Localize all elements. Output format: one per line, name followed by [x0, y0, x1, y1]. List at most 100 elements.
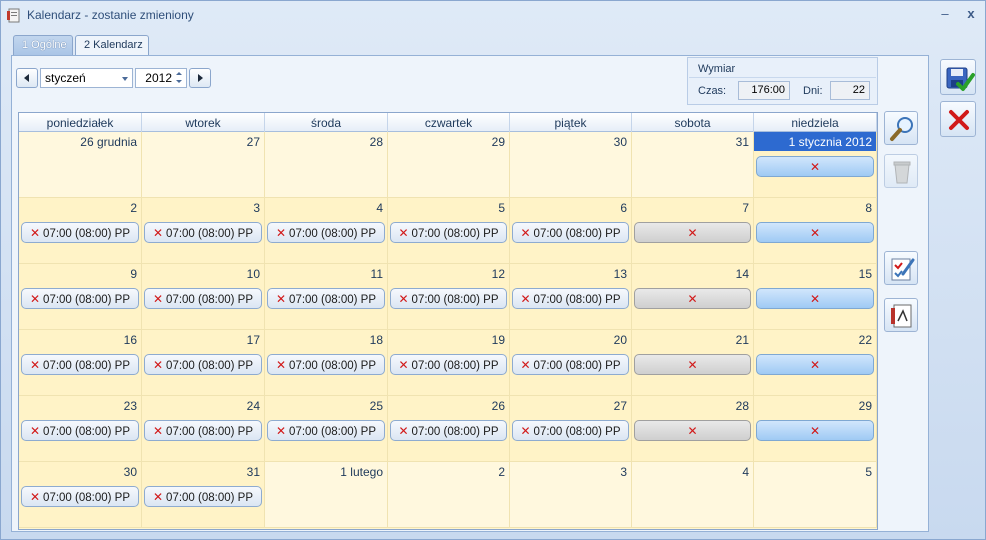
day-cell[interactable]: 5 [754, 462, 877, 528]
day-cell[interactable]: 3 ✕ 07:00 (08:00) PP [142, 198, 265, 264]
work-day-entry[interactable]: ✕ 07:00 (08:00) PP [144, 354, 262, 375]
close-window-button[interactable]: x [963, 6, 979, 24]
tab-ogolne[interactable]: 1 Ogólne [13, 35, 73, 56]
x-icon: ✕ [687, 424, 698, 438]
day-cell[interactable]: 10 ✕ 07:00 (08:00) PP [142, 264, 265, 330]
day-cell[interactable]: 30 ✕ 07:00 (08:00) PP [19, 462, 142, 528]
work-hours-label: 07:00 (08:00) PP [166, 294, 253, 306]
day-cell[interactable]: 13 ✕ 07:00 (08:00) PP [510, 264, 632, 330]
work-day-entry[interactable]: ✕ 07:00 (08:00) PP [390, 222, 507, 243]
work-day-entry[interactable]: ✕ 07:00 (08:00) PP [267, 354, 385, 375]
day-cell[interactable]: 31 [632, 132, 754, 198]
work-day-entry[interactable]: ✕ 07:00 (08:00) PP [267, 420, 385, 441]
work-day-entry[interactable]: ✕ 07:00 (08:00) PP [267, 222, 385, 243]
next-month-button[interactable] [189, 68, 211, 88]
saturday-entry[interactable]: ✕ [634, 354, 751, 375]
day-cell[interactable]: 25 ✕ 07:00 (08:00) PP [265, 396, 388, 462]
day-cell[interactable]: 26 ✕ 07:00 (08:00) PP [388, 396, 510, 462]
arrow-left-icon [24, 74, 29, 82]
saturday-entry[interactable]: ✕ [634, 420, 751, 441]
work-day-entry[interactable]: ✕ 07:00 (08:00) PP [512, 222, 629, 243]
day-cell[interactable]: 27 ✕ 07:00 (08:00) PP [510, 396, 632, 462]
day-cell[interactable]: 8 ✕ [754, 198, 877, 264]
day-cell[interactable]: 2 ✕ 07:00 (08:00) PP [19, 198, 142, 264]
sunday-entry[interactable]: ✕ [756, 354, 874, 375]
print-button[interactable] [884, 298, 918, 332]
x-icon: ✕ [152, 292, 164, 306]
weekday-0: poniedziałek [19, 113, 142, 132]
work-day-entry[interactable]: ✕ 07:00 (08:00) PP [267, 288, 385, 309]
sunday-entry[interactable]: ✕ [756, 156, 874, 177]
saturday-entry[interactable]: ✕ [634, 222, 751, 243]
day-cell[interactable]: 11 ✕ 07:00 (08:00) PP [265, 264, 388, 330]
work-day-entry[interactable]: ✕ 07:00 (08:00) PP [21, 354, 139, 375]
search-button[interactable] [884, 111, 918, 145]
work-day-entry[interactable]: ✕ 07:00 (08:00) PP [512, 354, 629, 375]
day-cell[interactable]: 15 ✕ [754, 264, 877, 330]
sunday-entry[interactable]: ✕ [756, 288, 874, 309]
day-cell[interactable]: 9 ✕ 07:00 (08:00) PP [19, 264, 142, 330]
day-cell[interactable]: 18 ✕ 07:00 (08:00) PP [265, 330, 388, 396]
x-icon: ✕ [275, 292, 287, 306]
day-number: 27 [246, 135, 260, 149]
work-day-entry[interactable]: ✕ 07:00 (08:00) PP [21, 222, 139, 243]
work-day-entry[interactable]: ✕ 07:00 (08:00) PP [512, 420, 629, 441]
day-cell[interactable]: 19 ✕ 07:00 (08:00) PP [388, 330, 510, 396]
day-cell[interactable]: 28 [265, 132, 388, 198]
x-icon: ✕ [809, 160, 821, 174]
day-cell[interactable]: 29 ✕ [754, 396, 877, 462]
day-cell[interactable]: 24 ✕ 07:00 (08:00) PP [142, 396, 265, 462]
year-spinner[interactable]: 2012 [135, 68, 187, 88]
tab-kalendarz[interactable]: 2 Kalendarz [75, 35, 149, 57]
work-day-entry[interactable]: ✕ 07:00 (08:00) PP [144, 288, 262, 309]
minimize-button[interactable]: – [937, 6, 953, 24]
spin-up-icon[interactable] [174, 70, 184, 78]
work-day-entry[interactable]: ✕ 07:00 (08:00) PP [144, 222, 262, 243]
day-cell[interactable]: 1 lutego [265, 462, 388, 528]
day-cell[interactable]: 4 [632, 462, 754, 528]
work-day-entry[interactable]: ✕ 07:00 (08:00) PP [144, 420, 262, 441]
day-cell[interactable]: 2 [388, 462, 510, 528]
day-cell[interactable]: 26 grudnia [19, 132, 142, 198]
previous-month-button[interactable] [16, 68, 38, 88]
day-cell[interactable]: 4 ✕ 07:00 (08:00) PP [265, 198, 388, 264]
cancel-button[interactable] [940, 101, 976, 137]
day-cell[interactable]: 29 [388, 132, 510, 198]
work-day-entry[interactable]: ✕ 07:00 (08:00) PP [390, 354, 507, 375]
day-cell[interactable]: 21 ✕ [632, 330, 754, 396]
saturday-entry[interactable]: ✕ [634, 288, 751, 309]
work-day-entry[interactable]: ✕ 07:00 (08:00) PP [390, 288, 507, 309]
work-day-entry[interactable]: ✕ 07:00 (08:00) PP [21, 288, 139, 309]
edit-schedule-button[interactable] [884, 251, 918, 285]
work-day-entry[interactable]: ✕ 07:00 (08:00) PP [390, 420, 507, 441]
delete-button[interactable] [884, 154, 918, 188]
day-cell[interactable]: 14 ✕ [632, 264, 754, 330]
day-cell[interactable]: 30 [510, 132, 632, 198]
chevron-down-icon [122, 77, 128, 81]
sunday-entry[interactable]: ✕ [756, 222, 874, 243]
sunday-entry[interactable]: ✕ [756, 420, 874, 441]
spin-down-icon[interactable] [174, 79, 184, 87]
day-cell[interactable]: 27 [142, 132, 265, 198]
day-number: 12 [491, 267, 505, 281]
day-cell[interactable]: 22 ✕ [754, 330, 877, 396]
work-day-entry[interactable]: ✕ 07:00 (08:00) PP [21, 486, 139, 507]
day-cell[interactable]: 17 ✕ 07:00 (08:00) PP [142, 330, 265, 396]
save-button[interactable] [940, 59, 976, 95]
work-day-entry[interactable]: ✕ 07:00 (08:00) PP [21, 420, 139, 441]
day-cell[interactable]: 5 ✕ 07:00 (08:00) PP [388, 198, 510, 264]
day-cell[interactable]: 12 ✕ 07:00 (08:00) PP [388, 264, 510, 330]
day-cell[interactable]: 16 ✕ 07:00 (08:00) PP [19, 330, 142, 396]
day-cell[interactable]: 23 ✕ 07:00 (08:00) PP [19, 396, 142, 462]
day-cell[interactable]: 6 ✕ 07:00 (08:00) PP [510, 198, 632, 264]
day-cell[interactable]: 7 ✕ [632, 198, 754, 264]
day-cell[interactable]: 31 ✕ 07:00 (08:00) PP [142, 462, 265, 528]
work-day-entry[interactable]: ✕ 07:00 (08:00) PP [144, 486, 262, 507]
day-cell[interactable]: 3 [510, 462, 632, 528]
day-cell[interactable]: 1 stycznia 2012 ✕ [754, 132, 877, 198]
work-hours-label: 07:00 (08:00) PP [166, 492, 253, 504]
work-day-entry[interactable]: ✕ 07:00 (08:00) PP [512, 288, 629, 309]
month-select[interactable]: styczeń [40, 68, 133, 88]
day-cell[interactable]: 20 ✕ 07:00 (08:00) PP [510, 330, 632, 396]
day-cell[interactable]: 28 ✕ [632, 396, 754, 462]
